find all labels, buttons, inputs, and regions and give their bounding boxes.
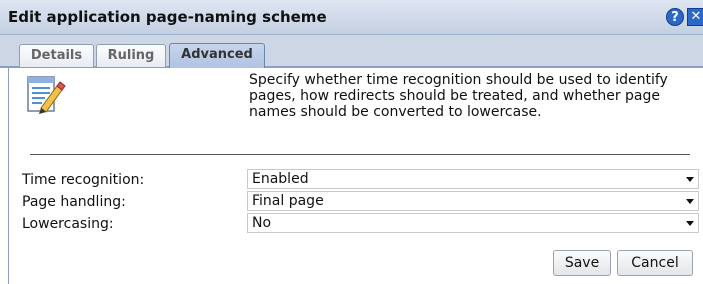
lowercasing-value: No: [252, 215, 272, 231]
cancel-button[interactable]: Cancel: [617, 250, 693, 276]
lowercasing-select[interactable]: No: [247, 213, 699, 233]
page-handling-select[interactable]: Final page: [247, 191, 699, 211]
description-text: Specify whether time recognition should …: [249, 72, 668, 120]
section-divider: [30, 154, 690, 155]
page-handling-value: Final page: [252, 193, 324, 209]
help-icon[interactable]: ?: [666, 8, 684, 26]
tab-advanced[interactable]: Advanced: [169, 43, 265, 68]
document-edit-icon: [27, 76, 66, 114]
time-recognition-select[interactable]: Enabled: [247, 169, 699, 189]
tab-details[interactable]: Details: [19, 44, 94, 67]
edit-page-naming-dialog: Edit application page-naming scheme ? ✕ …: [0, 0, 703, 284]
tab-ruling[interactable]: Ruling: [96, 44, 166, 67]
save-button[interactable]: Save: [553, 250, 611, 276]
time-recognition-label: Time recognition:: [22, 172, 145, 188]
chevron-down-icon: [686, 221, 694, 226]
chevron-down-icon: [686, 177, 694, 182]
close-icon[interactable]: ✕: [687, 8, 703, 26]
dialog-title: Edit application page-naming scheme: [8, 8, 327, 26]
page-handling-label: Page handling:: [22, 194, 126, 210]
lowercasing-label: Lowercasing:: [22, 216, 114, 232]
dialog-titlebar: Edit application page-naming scheme ? ✕: [0, 0, 703, 35]
time-recognition-value: Enabled: [252, 171, 309, 187]
chevron-down-icon: [686, 199, 694, 204]
